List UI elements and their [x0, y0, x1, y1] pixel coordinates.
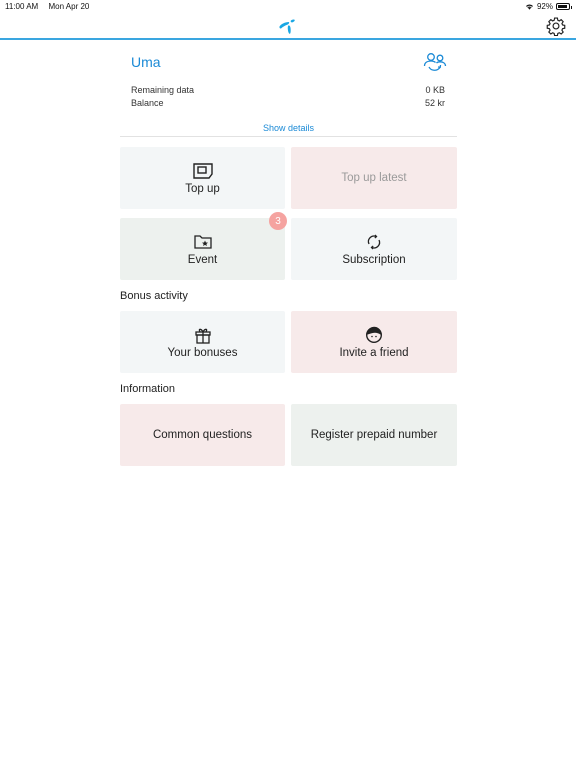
- main-tiles: Top up Top up latest 3 Event Subscriptio…: [120, 147, 457, 280]
- top-up-label: Top up: [185, 182, 220, 195]
- remaining-data-value: 0 KB: [425, 85, 445, 95]
- bonus-tiles: Your bonuses Invite a friend: [120, 311, 457, 373]
- remaining-data-row: Remaining data 0 KB: [131, 85, 445, 95]
- event-tile[interactable]: 3 Event: [120, 212, 287, 280]
- face-icon: [365, 326, 383, 343]
- sim-card-icon: [192, 162, 213, 179]
- show-details-link[interactable]: Show details: [120, 123, 457, 133]
- balance-label: Balance: [131, 98, 164, 108]
- main-content: Uma Remaining data 0 KB Balance 52 kr Sh…: [120, 41, 457, 466]
- status-time: 11:00 AM: [5, 2, 39, 11]
- status-bar: 11:00 AM Mon Apr 20 92%: [0, 0, 576, 12]
- your-bonuses-label: Your bonuses: [167, 346, 238, 359]
- top-up-tile[interactable]: Top up: [120, 147, 285, 209]
- top-up-latest-label: Top up latest: [341, 172, 407, 184]
- status-date: Mon Apr 20: [48, 2, 90, 11]
- top-up-latest-tile[interactable]: Top up latest: [291, 147, 457, 209]
- bonus-activity-heading: Bonus activity: [120, 290, 188, 302]
- telenor-logo-icon[interactable]: [278, 16, 298, 36]
- nav-bar: [0, 12, 576, 40]
- balance-row: Balance 52 kr: [131, 98, 445, 108]
- account-card: Uma Remaining data 0 KB Balance 52 kr Sh…: [120, 41, 457, 137]
- register-prepaid-tile[interactable]: Register prepaid number: [291, 404, 457, 466]
- gift-icon: [194, 328, 211, 344]
- register-prepaid-label: Register prepaid number: [310, 429, 438, 441]
- common-questions-tile[interactable]: Common questions: [120, 404, 285, 466]
- battery-icon: [556, 3, 572, 10]
- remaining-data-label: Remaining data: [131, 85, 195, 95]
- subscription-label: Subscription: [342, 253, 406, 266]
- subscription-tile[interactable]: Subscription: [291, 218, 457, 280]
- common-questions-label: Common questions: [152, 429, 253, 441]
- refresh-icon: [367, 234, 381, 249]
- information-tiles: Common questions Register prepaid number: [120, 404, 457, 466]
- folder-star-icon: [193, 234, 212, 249]
- invite-friend-tile[interactable]: Invite a friend: [291, 311, 457, 373]
- switch-user-icon[interactable]: [423, 51, 447, 73]
- invite-friend-label: Invite a friend: [339, 346, 409, 359]
- your-bonuses-tile[interactable]: Your bonuses: [120, 311, 285, 373]
- wifi-icon: [525, 4, 533, 10]
- event-count-badge: 3: [269, 212, 287, 230]
- information-heading: Information: [120, 383, 176, 395]
- event-label: Event: [187, 253, 218, 266]
- gear-icon[interactable]: [546, 16, 566, 36]
- balance-value: 52 kr: [424, 98, 445, 108]
- account-name: Uma: [131, 54, 161, 70]
- battery-percent: 92%: [536, 2, 553, 11]
